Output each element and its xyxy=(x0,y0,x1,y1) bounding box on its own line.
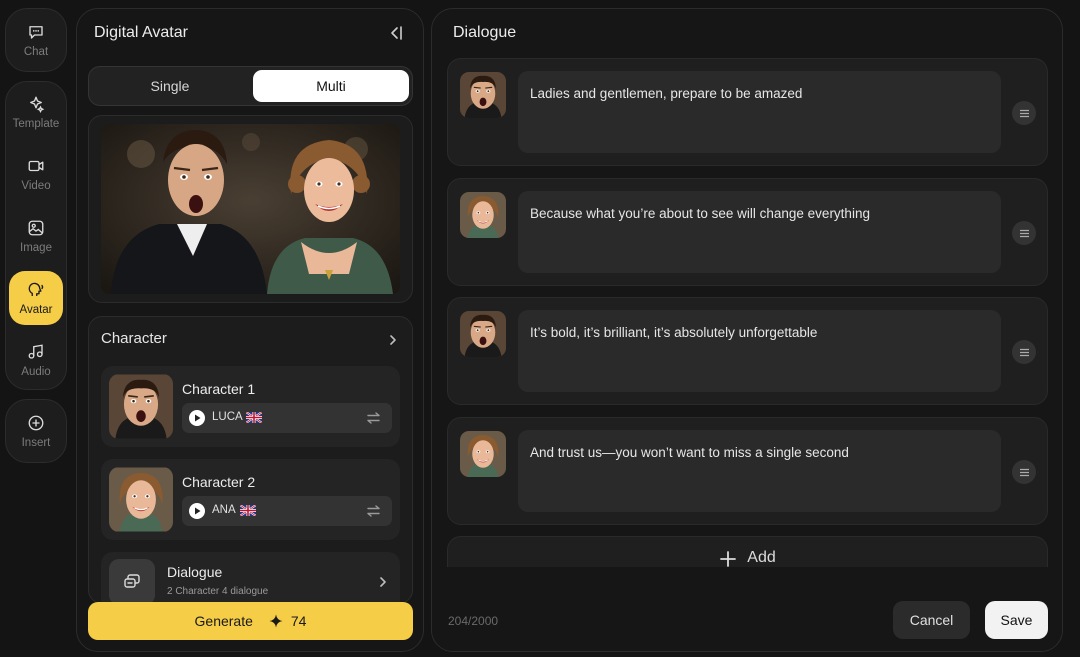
character-section-title: Character xyxy=(101,330,167,347)
swap-icon[interactable] xyxy=(366,411,381,425)
rail-label-insert: Insert xyxy=(21,436,51,449)
rail-label-avatar: Avatar xyxy=(19,303,53,316)
line-menu-button[interactable] xyxy=(1012,101,1036,125)
character-card: Character Character 1 LUCA Character 2 A… xyxy=(88,316,413,604)
rail-item-image[interactable]: Image xyxy=(9,209,63,263)
tab-single[interactable]: Single xyxy=(92,70,248,102)
character-2-name: Character 2 xyxy=(182,474,256,490)
chevron-right-icon xyxy=(380,577,386,587)
rail-group-create: Template Video Image Avatar Audio xyxy=(5,81,67,390)
add-dialogue-button[interactable]: Add xyxy=(447,536,1048,567)
music-note-icon xyxy=(28,343,43,359)
chevron-right-icon[interactable] xyxy=(386,333,400,347)
sparkle-template-icon xyxy=(30,96,45,113)
character-1-voice-name: LUCA xyxy=(212,411,243,423)
character-counter: 204/2000 xyxy=(448,614,499,628)
dialogue-list[interactable]: Ladies and gentlemen, prepare to be amaz… xyxy=(447,58,1048,567)
rail-label-video: Video xyxy=(21,179,51,192)
speaker-avatar-character-1[interactable] xyxy=(460,311,506,357)
plus-circle-icon xyxy=(28,415,44,430)
character-1-avatar xyxy=(109,374,173,439)
dialogue-title: Dialogue xyxy=(167,564,223,580)
rail-label-image: Image xyxy=(20,241,52,254)
panel-title: Digital Avatar xyxy=(94,24,188,41)
generate-button[interactable]: Generate 74 xyxy=(88,602,413,640)
rail-item-audio[interactable]: Audio xyxy=(9,333,63,387)
dialogue-subtitle: 2 Character 4 dialogue xyxy=(167,586,269,597)
save-button[interactable]: Save xyxy=(985,601,1048,639)
speaker-avatar-character-2[interactable] xyxy=(460,431,506,477)
rail-item-avatar[interactable]: Avatar xyxy=(9,271,63,325)
rail-item-insert[interactable]: Insert xyxy=(9,404,63,458)
character-2-voice-selector[interactable]: ANA xyxy=(182,496,392,526)
character-1-name: Character 1 xyxy=(182,381,256,397)
menu-lines-icon xyxy=(1019,229,1029,237)
dialogue-line: Because what you’re about to see will ch… xyxy=(447,178,1048,286)
rail-label-chat: Chat xyxy=(23,45,49,58)
rail-group-chat: Chat xyxy=(5,8,67,72)
dialogue-line: And trust us—you won’t want to miss a si… xyxy=(447,417,1048,525)
tab-multi[interactable]: Multi xyxy=(253,70,409,102)
plus-icon xyxy=(720,551,737,567)
rail-item-chat[interactable]: Chat xyxy=(9,13,63,67)
cancel-button[interactable]: Cancel xyxy=(893,601,970,639)
character-1-voice-selector[interactable]: LUCA xyxy=(182,403,392,433)
uk-flag-icon xyxy=(240,505,256,516)
add-label: Add xyxy=(747,549,776,566)
line-menu-button[interactable] xyxy=(1012,340,1036,364)
line-menu-button[interactable] xyxy=(1012,221,1036,245)
generate-label: Generate xyxy=(194,613,253,629)
dialogue-icon-box xyxy=(109,559,155,603)
dialogue-panel-title: Dialogue xyxy=(453,24,517,41)
rail-label-audio: Audio xyxy=(21,365,51,378)
dialogue-line: Ladies and gentlemen, prepare to be amaz… xyxy=(447,58,1048,166)
uk-flag-icon xyxy=(246,412,262,423)
generate-cost: 74 xyxy=(290,613,307,629)
dialogue-line-input[interactable]: And trust us—you won’t want to miss a si… xyxy=(518,430,1001,512)
character-2-avatar xyxy=(109,467,173,532)
video-camera-icon xyxy=(28,160,44,171)
speaker-avatar-character-2[interactable] xyxy=(460,192,506,238)
dialogue-summary-item[interactable]: Dialogue 2 Character 4 dialogue xyxy=(101,552,400,603)
menu-lines-icon xyxy=(1019,348,1029,356)
mode-toggle: Single Multi xyxy=(88,66,413,106)
dialogue-line-input[interactable]: It’s bold, it’s brilliant, it’s absolute… xyxy=(518,310,1001,392)
rail-item-video[interactable]: Video xyxy=(9,147,63,201)
swap-icon[interactable] xyxy=(366,504,381,518)
menu-lines-icon xyxy=(1019,109,1029,117)
dialogue-line: It’s bold, it’s brilliant, it’s absolute… xyxy=(447,297,1048,405)
dialogue-line-input[interactable]: Because what you’re about to see will ch… xyxy=(518,191,1001,273)
avatar-preview-image[interactable] xyxy=(101,124,400,294)
rail-item-template[interactable]: Template xyxy=(9,85,63,139)
chat-icon xyxy=(29,25,43,39)
digital-avatar-panel: Digital Avatar Single Multi Character Ch… xyxy=(76,8,424,652)
rail-label-template: Template xyxy=(12,117,60,130)
credit-sparkle-icon xyxy=(269,614,283,628)
dialogue-line-input[interactable]: Ladies and gentlemen, prepare to be amaz… xyxy=(518,71,1001,153)
character-2-voice-name: ANA xyxy=(212,504,236,516)
speaker-avatar-character-1[interactable] xyxy=(460,72,506,118)
avatar-head-icon xyxy=(28,282,44,296)
rail-group-insert: Insert xyxy=(5,399,67,463)
image-icon xyxy=(28,220,44,235)
avatar-preview-card xyxy=(88,115,413,303)
play-icon[interactable] xyxy=(188,409,206,427)
character-item-2[interactable]: Character 2 ANA xyxy=(101,459,400,540)
menu-lines-icon xyxy=(1019,468,1029,476)
dialogue-panel: Dialogue Ladies and gentlemen, prepare t… xyxy=(431,8,1063,652)
dialogue-bubbles-icon xyxy=(124,574,140,588)
collapse-panel-icon[interactable] xyxy=(385,23,405,43)
character-item-1[interactable]: Character 1 LUCA xyxy=(101,366,400,447)
play-icon[interactable] xyxy=(188,502,206,520)
line-menu-button[interactable] xyxy=(1012,460,1036,484)
